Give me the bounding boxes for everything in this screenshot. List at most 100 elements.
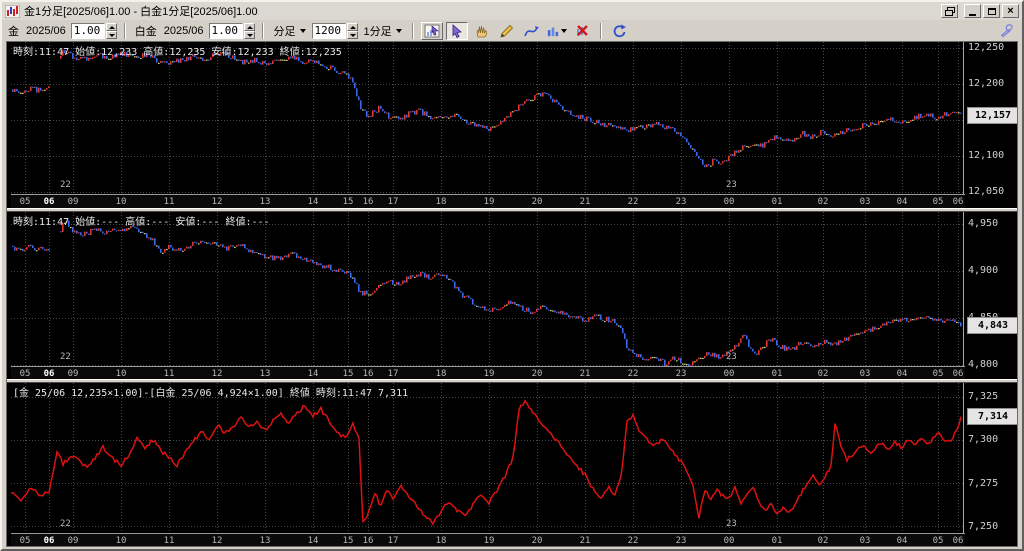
step-up-icon[interactable] xyxy=(243,22,255,31)
spread-chart[interactable]: [金 25/06 12,235×1.00]-[白金 25/06 4,924×1.… xyxy=(7,383,1017,546)
platinum-multiplier-input[interactable] xyxy=(208,22,243,39)
time-tick-label: 18 xyxy=(435,369,447,379)
chart-area: 時刻:11:47 始値:12,233 高値:12,235 安値:12,233 終… xyxy=(6,41,1018,547)
time-tick-label: 01 xyxy=(771,197,783,207)
curve-tool-button[interactable] xyxy=(520,21,543,40)
time-tick-label: 12 xyxy=(211,536,223,546)
pan-tool-button[interactable] xyxy=(470,21,493,40)
current-price-box: 7,314 xyxy=(967,408,1017,426)
current-price-box: 4,843 xyxy=(967,316,1017,334)
minimize-button[interactable] xyxy=(964,4,981,18)
step-up-icon[interactable] xyxy=(346,22,358,31)
chart-cursor-icon xyxy=(424,24,440,37)
time-tick-label: 01 xyxy=(771,369,783,379)
maximize-button[interactable] xyxy=(983,4,1000,18)
app-icon xyxy=(4,4,21,18)
time-tick-label: 14 xyxy=(307,369,319,379)
time-tick-label: 23 xyxy=(675,197,687,207)
platinum-chart[interactable]: 時刻:11:47 始値:--- 高値:--- 安値:--- 終値:--- 22 2… xyxy=(7,212,1017,379)
pointer-tool-button[interactable] xyxy=(445,21,468,40)
time-tick-label: 19 xyxy=(483,197,495,207)
step-down-icon[interactable] xyxy=(243,30,255,39)
time-tick-label: 12 xyxy=(211,197,223,207)
step-down-icon[interactable] xyxy=(105,30,117,39)
price-tick-label: 12,250 xyxy=(968,42,1005,53)
day-label: 23 xyxy=(726,180,737,190)
time-tick-label: 15 xyxy=(342,197,354,207)
platinum-info-line: 時刻:11:47 始値:--- 高値:--- 安値:--- 終値:--- xyxy=(13,217,270,228)
delete-indicator-button[interactable] xyxy=(570,21,593,40)
time-tick-label: 05 xyxy=(19,369,31,379)
time-tick-label: 21 xyxy=(579,369,591,379)
time-tick-label: 05 xyxy=(932,197,944,207)
gold-month-value[interactable]: 2025/06 xyxy=(26,25,66,37)
time-tick-label: 14 xyxy=(307,536,319,546)
platinum-time-axis[interactable]: 05 06 09 10 11 12 13 14 15 16 17 18 19 20 21 22 23 00 01 02… xyxy=(11,366,965,379)
day-label: 22 xyxy=(60,352,71,362)
separator xyxy=(599,22,602,39)
gold-plot[interactable]: 時刻:11:47 始値:12,233 高値:12,235 安値:12,233 終… xyxy=(11,42,964,194)
time-tick-label: 22 xyxy=(627,369,639,379)
time-tick-label: 21 xyxy=(579,197,591,207)
spread-time-axis[interactable]: 05 06 09 10 11 12 13 14 15 16 17 18 19 20 21 22 23 00 01 02… xyxy=(11,533,965,546)
price-tick-label: 7,250 xyxy=(968,520,999,532)
pan-hand-icon xyxy=(476,25,488,37)
day-label: 22 xyxy=(60,180,71,190)
time-tick-label: 09 xyxy=(67,536,79,546)
gold-price-axis[interactable]: 12,250 12,200 12,100 12,050 12,157 xyxy=(965,42,1017,208)
price-tick-label: 12,100 xyxy=(968,150,1005,161)
price-tick-label: 4,800 xyxy=(968,359,999,370)
platinum-month-value[interactable]: 2025/06 xyxy=(164,25,204,37)
chart-cursor-tool-button[interactable] xyxy=(420,21,443,40)
time-tick-label: 13 xyxy=(259,369,271,379)
time-tick-label: 21 xyxy=(579,536,591,546)
time-tick-label: 00 xyxy=(723,197,735,207)
refresh-button[interactable] xyxy=(608,21,631,40)
gold-chart[interactable]: 時刻:11:47 始値:12,233 高値:12,235 安値:12,233 終… xyxy=(7,42,1017,208)
time-tick-label: 16 xyxy=(362,369,374,379)
time-tick-label: 20 xyxy=(531,369,543,379)
step-up-icon[interactable] xyxy=(105,22,117,31)
delete-indicator-icon xyxy=(577,24,589,36)
spread-plot[interactable]: [金 25/06 12,235×1.00]-[白金 25/06 4,924×1.… xyxy=(11,383,964,533)
chart-style-icon xyxy=(547,27,558,36)
bar-type-dropdown[interactable]: 分足 xyxy=(271,22,309,40)
draw-tool-button[interactable] xyxy=(495,21,518,40)
interval-dropdown[interactable]: 1分足 xyxy=(361,22,405,40)
float-window-button[interactable] xyxy=(941,4,958,18)
price-tick-label: 12,200 xyxy=(968,78,1005,89)
day-label: 23 xyxy=(726,519,737,529)
interval-label: 1分足 xyxy=(363,25,392,38)
gold-multiplier-input[interactable] xyxy=(70,22,105,39)
separator xyxy=(123,22,126,39)
time-tick-label: 12 xyxy=(211,369,223,379)
platinum-price-axis[interactable]: 4,9504,9004,8504,8004,843 xyxy=(965,212,1017,379)
time-tick-label: 05 xyxy=(19,197,31,207)
maximize-icon xyxy=(987,7,996,15)
time-tick-label: 06 xyxy=(43,536,55,546)
bar-type-label: 分足 xyxy=(273,25,296,38)
titlebar[interactable]: 金1分足[2025/06]1.00 - 白金1分足[2025/06]1.00 × xyxy=(2,2,1022,20)
chart-style-button[interactable] xyxy=(545,21,568,40)
spread-info-line: [金 25/06 12,235×1.00]-[白金 25/06 4,924×1.… xyxy=(13,388,409,399)
time-tick-label: 11 xyxy=(163,536,175,546)
time-tick-label: 22 xyxy=(627,536,639,546)
close-icon: × xyxy=(1007,5,1014,17)
bar-count-input[interactable] xyxy=(311,22,346,39)
close-button[interactable]: × xyxy=(1002,4,1019,18)
gold-time-axis[interactable]: 05 06 09 10 11 12 13 14 15 16 17 18 19 20 21 22 23 00 01 02… xyxy=(11,194,965,208)
chevron-down-icon xyxy=(395,28,402,33)
time-tick-label: 04 xyxy=(896,197,908,207)
pointer-icon xyxy=(452,23,462,38)
platinum-label: 白金 xyxy=(134,25,157,38)
time-tick-label: 22 xyxy=(627,197,639,207)
platinum-plot[interactable]: 時刻:11:47 始値:--- 高値:--- 安値:--- 終値:--- 22 2… xyxy=(11,212,964,366)
price-tick-label: 7,325 xyxy=(968,391,999,402)
time-tick-label: 23 xyxy=(675,536,687,546)
settings-button[interactable] xyxy=(996,21,1018,40)
time-tick-label: 04 xyxy=(896,369,908,379)
time-tick-label: 18 xyxy=(435,197,447,207)
spread-price-axis[interactable]: 7,325 7,300 7,275 7,250 7,314 xyxy=(965,383,1017,546)
step-down-icon[interactable] xyxy=(346,30,358,39)
refresh-icon xyxy=(613,24,627,37)
